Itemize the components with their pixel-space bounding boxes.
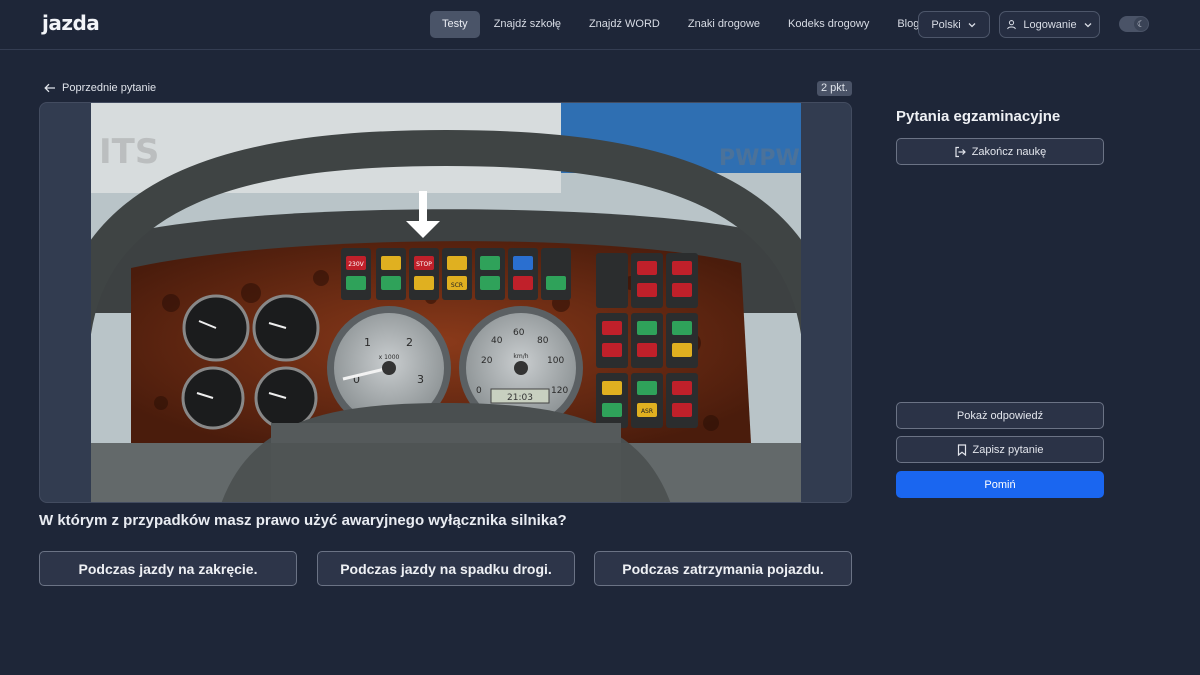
speedo-unit: km/h <box>513 353 528 360</box>
switch-label-230v: 230V <box>348 261 364 268</box>
speedo-tick-60: 60 <box>513 328 525 338</box>
previous-question-label: Poprzednie pytanie <box>62 82 157 94</box>
bookmark-icon <box>957 443 966 456</box>
question-text: W którym z przypadków masz prawo użyć aw… <box>39 512 567 529</box>
speedo-tick-20: 20 <box>481 356 493 366</box>
nav-find-word[interactable]: Znajdź WORD <box>575 11 674 38</box>
finish-learning-button[interactable]: Zakończ naukę <box>896 138 1104 165</box>
moon-icon: ☾ <box>1134 17 1148 31</box>
nav-testy[interactable]: Testy <box>430 11 480 38</box>
tacho-tick-2: 2 <box>406 336 413 349</box>
speedo-tick-0: 0 <box>476 386 482 396</box>
tacho-unit: x 1000 <box>379 354 400 361</box>
login-button[interactable]: Logowanie <box>999 11 1100 38</box>
language-select[interactable]: Polski <box>918 11 990 38</box>
show-answer-button[interactable]: Pokaż odpowiedź <box>896 402 1104 429</box>
watermark-its: ITS <box>99 132 159 172</box>
nav-find-school[interactable]: Znajdź szkołę <box>480 11 575 38</box>
speedo-tick-40: 40 <box>491 336 503 346</box>
chevron-down-icon <box>1084 22 1092 27</box>
nav-highway-code[interactable]: Kodeks drogowy <box>774 11 883 38</box>
logout-icon <box>955 146 966 157</box>
tacho-tick-3: 3 <box>417 373 424 386</box>
speedo-tick-100: 100 <box>547 356 564 366</box>
switch-label-asr: ASR <box>641 408 653 415</box>
tacho-tick-1: 1 <box>364 336 371 349</box>
theme-toggle[interactable]: ☾ <box>1119 16 1149 32</box>
speedo-tick-120: 120 <box>551 386 568 396</box>
question-media: 230V STOP SCR ASR 0 1 2 3 x 1000 0 20 40… <box>39 102 852 503</box>
dashboard-photo: 230V STOP SCR ASR 0 1 2 3 x 1000 0 20 40… <box>91 103 801 502</box>
switch-label-stop: STOP <box>416 261 432 268</box>
points-badge: 2 pkt. <box>817 81 852 96</box>
chevron-down-icon <box>968 22 976 27</box>
previous-question-link[interactable]: Poprzednie pytanie <box>44 80 156 96</box>
nav-road-signs[interactable]: Znaki drogowe <box>674 11 774 38</box>
top-navbar: jazda Testy Znajdź szkołę Znajdź WORD Zn… <box>0 0 1200 50</box>
finish-learning-label: Zakończ naukę <box>971 145 1047 158</box>
skip-button[interactable]: Pomiń <box>896 471 1104 498</box>
login-label: Logowanie <box>1023 18 1077 31</box>
answer-option-2[interactable]: Podczas jazdy na spadku drogi. <box>317 551 575 586</box>
user-icon <box>1007 20 1017 30</box>
logo-text: jazda <box>42 11 100 35</box>
clock-display: 21:03 <box>507 393 533 403</box>
site-logo[interactable]: jazda <box>42 11 100 35</box>
answer-option-3[interactable]: Podczas zatrzymania pojazdu. <box>594 551 852 586</box>
main-nav: Testy Znajdź szkołę Znajdź WORD Znaki dr… <box>430 11 933 38</box>
save-question-label: Zapisz pytanie <box>972 443 1044 456</box>
speedo-tick-80: 80 <box>537 336 549 346</box>
skip-label: Pomiń <box>984 478 1016 491</box>
watermark-pwpw: PWPW <box>719 146 800 171</box>
switch-label-scr: SCR <box>451 282 463 289</box>
language-label: Polski <box>931 18 961 31</box>
save-question-button[interactable]: Zapisz pytanie <box>896 436 1104 463</box>
answer-option-1[interactable]: Podczas jazdy na zakręcie. <box>39 551 297 586</box>
show-answer-label: Pokaż odpowiedź <box>956 409 1044 422</box>
arrow-left-icon <box>44 83 55 93</box>
sidebar-title: Pytania egzaminacyjne <box>896 108 1061 125</box>
